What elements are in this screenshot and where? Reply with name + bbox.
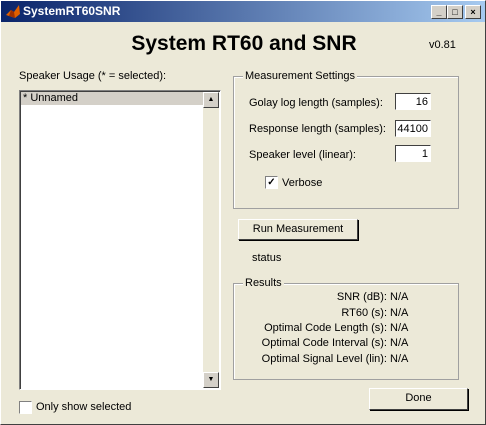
minimize-icon: _	[436, 7, 442, 17]
version-label: v0.81	[429, 39, 456, 51]
response-length-input[interactable]: 44100	[395, 120, 431, 137]
only-show-selected-label: Only show selected	[36, 401, 132, 413]
rt60-label: RT60 (s):	[341, 307, 387, 319]
optimal-code-interval-label: Optimal Code Interval (s):	[261, 337, 387, 349]
snr-label: SNR (dB):	[336, 291, 387, 303]
verbose-checkbox[interactable]: ✓	[265, 176, 278, 189]
list-item[interactable]: * Unnamed	[21, 92, 204, 105]
check-icon: ✓	[267, 177, 276, 188]
page-title: System RT60 and SNR	[131, 32, 357, 55]
scroll-up-button[interactable]: ▲	[203, 92, 219, 108]
title-bar[interactable]: SystemRT60SNR _ □ ×	[1, 1, 485, 22]
speaker-usage-label: Speaker Usage (* = selected):	[19, 70, 167, 82]
golay-length-input[interactable]: 16	[395, 93, 431, 110]
only-show-selected-checkbox[interactable]	[19, 401, 32, 414]
scroll-down-button[interactable]: ▼	[203, 372, 219, 388]
maximize-button[interactable]: □	[447, 5, 463, 19]
snr-value: N/A	[390, 291, 409, 303]
status-text: status	[252, 252, 282, 264]
response-length-label: Response length (samples):	[249, 123, 386, 135]
maximize-icon: □	[452, 7, 458, 17]
speaker-level-input[interactable]: 1	[395, 145, 431, 162]
run-measurement-button[interactable]: Run Measurement	[238, 219, 358, 240]
speaker-level-label: Speaker level (linear):	[249, 149, 356, 161]
rt60-value: N/A	[390, 307, 409, 319]
arrow-down-icon: ▼	[207, 376, 215, 383]
arrow-up-icon: ▲	[207, 96, 215, 103]
optimal-signal-level-label: Optimal Signal Level (lin):	[261, 353, 387, 365]
optimal-code-interval-value: N/A	[390, 337, 409, 349]
speaker-list[interactable]: * Unnamed ▲ ▼	[19, 90, 221, 390]
minimize-button[interactable]: _	[431, 5, 447, 19]
app-window: SystemRT60SNR _ □ × System RT60 and SNR …	[0, 0, 486, 425]
measurement-settings-title: Measurement Settings	[243, 70, 358, 82]
optimal-code-length-value: N/A	[390, 322, 409, 334]
optimal-code-length-label: Optimal Code Length (s):	[264, 322, 387, 334]
done-button[interactable]: Done	[369, 388, 468, 410]
window-title: SystemRT60SNR	[23, 4, 121, 18]
close-button[interactable]: ×	[465, 5, 481, 19]
vertical-scrollbar[interactable]: ▲ ▼	[203, 92, 219, 388]
golay-length-label: Golay log length (samples):	[249, 97, 383, 109]
results-title: Results	[243, 277, 284, 289]
close-icon: ×	[470, 7, 476, 17]
matlab-logo-icon	[6, 5, 20, 18]
optimal-signal-level-value: N/A	[390, 353, 409, 365]
verbose-label: Verbose	[282, 177, 323, 189]
